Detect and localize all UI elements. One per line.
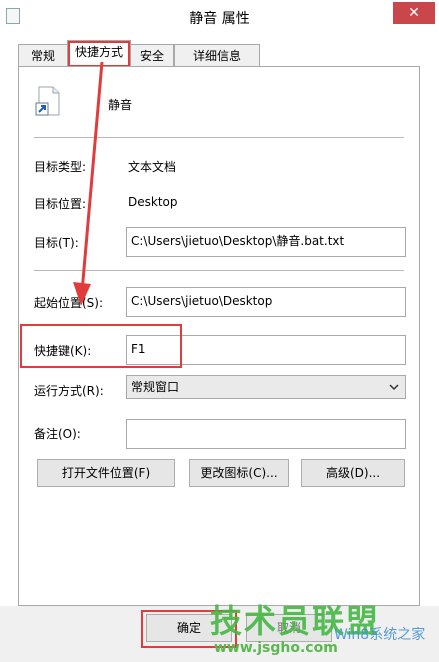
target-type-value: 文本文档: [128, 160, 177, 174]
chevron-down-icon: [389, 376, 399, 405]
run-label: 运行方式(R):: [34, 384, 104, 398]
tab-security[interactable]: 安全: [130, 44, 174, 66]
shortcut-name: 静音: [108, 98, 133, 112]
watermark-sub: Win8系统之家: [334, 627, 426, 643]
tab-general[interactable]: 常规: [18, 44, 68, 66]
shortcut-file-icon: [35, 86, 61, 116]
target-location-value: Desktop: [128, 195, 178, 209]
change-icon-button[interactable]: 更改图标(C)...: [189, 459, 289, 487]
red-arrow-annotation: [73, 61, 104, 306]
run-select[interactable]: 常规窗口: [126, 375, 406, 399]
hotkey-highlight-box: [20, 324, 182, 368]
comment-label: 备注(O):: [34, 427, 81, 441]
run-select-value: 常规窗口: [131, 380, 180, 394]
comment-input[interactable]: [126, 419, 406, 449]
target-input[interactable]: C:\Users\jietuo\Desktop\静音.bat.txt: [126, 227, 406, 257]
window-title: 静音 属性: [189, 11, 250, 27]
advanced-button[interactable]: 高级(D)...: [301, 459, 405, 487]
open-file-location-button[interactable]: 打开文件位置(F): [37, 459, 175, 487]
watermark-site: www.jsgho.com: [214, 640, 338, 656]
close-button[interactable]: ✕: [393, 2, 435, 24]
start-in-input[interactable]: C:\Users\jietuo\Desktop: [126, 287, 406, 317]
tab-details[interactable]: 详细信息: [174, 44, 260, 66]
